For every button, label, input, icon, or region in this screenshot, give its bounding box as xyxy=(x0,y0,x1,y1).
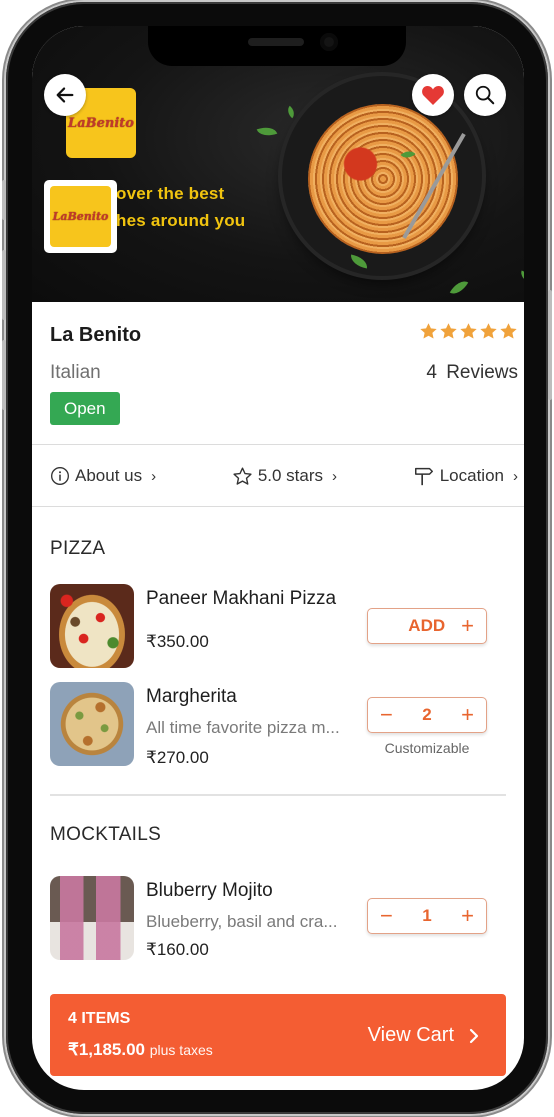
banner-leaf xyxy=(449,276,469,299)
phone-side-button xyxy=(2,180,6,220)
menu-item[interactable]: Margherita All time favorite pizza m... … xyxy=(50,682,506,768)
reviews-label: Reviews xyxy=(446,362,518,383)
item-name: Bluberry Mojito xyxy=(146,880,273,901)
rating-label: 5.0 stars xyxy=(257,466,324,485)
location-label: Location xyxy=(439,466,504,485)
divider xyxy=(32,444,524,445)
divider xyxy=(32,506,524,507)
item-image xyxy=(50,682,134,766)
reviews-number: 4 xyxy=(426,362,437,383)
item-price: ₹270.00 xyxy=(146,748,209,767)
about-us-label: About us xyxy=(75,466,143,485)
plus-icon: + xyxy=(461,613,474,638)
star-filled-icon xyxy=(460,323,477,339)
speaker-grille xyxy=(248,38,304,46)
item-image xyxy=(50,584,134,668)
logo-small-inner: LaBenito xyxy=(50,186,111,247)
heart-icon xyxy=(422,86,444,105)
restaurant-info: La Benito Italian Open 4 Reviews xyxy=(32,302,524,444)
phone-notch xyxy=(148,26,406,66)
view-cart-label: View Cart xyxy=(367,1024,454,1046)
restaurant-name: La Benito xyxy=(50,324,142,346)
banner-tagline-line2: hes around you xyxy=(116,211,246,230)
item-description: Blueberry, basil and cra... xyxy=(146,912,338,931)
reviews-count[interactable]: 4 Reviews xyxy=(426,362,518,384)
star-filled-icon xyxy=(420,323,437,339)
rating-link[interactable]: 5.0 stars › xyxy=(232,466,337,487)
signpost-icon xyxy=(414,467,433,486)
star-filled-icon xyxy=(440,323,457,339)
front-camera xyxy=(320,33,338,51)
item-description: All time favorite pizza m... xyxy=(146,718,340,737)
restaurant-banner: over the best hes around you LaBenito La… xyxy=(32,26,524,302)
logo-text: LaBenito xyxy=(68,115,134,131)
quantity-value: 1 xyxy=(422,906,432,925)
arrow-left-icon xyxy=(56,87,74,103)
item-price: ₹160.00 xyxy=(146,940,209,959)
cart-total-amount: ₹1,185.00 xyxy=(68,1040,145,1059)
banner-tagline: over the best hes around you xyxy=(116,180,245,234)
mojito-photo xyxy=(50,876,134,960)
about-us-link[interactable]: About us › xyxy=(50,466,156,486)
chevron-right-icon: › xyxy=(332,467,338,485)
plus-icon[interactable]: + xyxy=(461,905,474,927)
banner-tagline-line1: over the best xyxy=(116,184,225,203)
quantity-value: 2 xyxy=(422,705,432,724)
star-filled-icon xyxy=(480,323,497,339)
pizza-photo xyxy=(50,584,134,668)
banner-leaf xyxy=(256,123,278,140)
phone-volume-down xyxy=(2,340,6,410)
location-link[interactable]: Location › xyxy=(413,465,518,487)
item-price: ₹350.00 xyxy=(146,632,209,651)
cart-total: ₹1,185.00 plus taxes xyxy=(68,1040,213,1060)
back-button[interactable] xyxy=(44,74,86,116)
star-filled-icon xyxy=(500,323,517,339)
star-outline-icon xyxy=(233,466,252,485)
customizable-label: Customizable xyxy=(384,740,470,756)
item-name: Paneer Makhani Pizza xyxy=(146,588,337,609)
add-label: ADD xyxy=(408,616,446,635)
section-title-mocktails: MOCKTAILS xyxy=(50,824,162,845)
cart-items-count: 4 ITEMS xyxy=(68,1010,131,1027)
section-divider xyxy=(50,794,506,796)
view-cart-button[interactable]: View Cart xyxy=(368,1024,480,1047)
quick-links-bar: About us › 5.0 stars › Location › xyxy=(32,446,524,506)
phone-volume-up xyxy=(2,250,6,320)
add-button[interactable]: ADD + xyxy=(367,608,487,644)
chevron-right-icon: › xyxy=(151,467,157,485)
quantity-stepper[interactable]: − 2 + xyxy=(367,697,487,733)
menu-item[interactable]: Bluberry Mojito Blueberry, basil and cra… xyxy=(50,876,506,962)
favorite-button[interactable] xyxy=(412,74,454,116)
phone-power-button xyxy=(548,290,552,400)
minus-icon[interactable]: − xyxy=(380,704,393,726)
view-cart-bar[interactable]: 4 ITEMS ₹1,185.00 plus taxes View Cart xyxy=(50,994,506,1076)
quantity-stepper[interactable]: − 1 + xyxy=(367,898,487,934)
restaurant-logo-thumbnail: LaBenito xyxy=(44,180,117,253)
chevron-right-icon xyxy=(469,1028,479,1043)
banner-leaf xyxy=(284,105,298,119)
item-name: Margherita xyxy=(146,686,237,707)
logo-text: LaBenito xyxy=(52,210,109,223)
menu-item[interactable]: Paneer Makhani Pizza ₹350.00 ADD + xyxy=(50,584,506,670)
restaurant-cuisine: Italian xyxy=(50,362,101,383)
plus-icon[interactable]: + xyxy=(461,704,474,726)
minus-icon[interactable]: − xyxy=(380,905,393,927)
status-badge: Open xyxy=(50,392,120,425)
info-icon xyxy=(51,467,69,485)
item-image xyxy=(50,876,134,960)
search-button[interactable] xyxy=(464,74,506,116)
chevron-right-icon: › xyxy=(513,467,518,485)
cart-taxes-label: plus taxes xyxy=(149,1042,213,1058)
rating-stars xyxy=(419,322,518,341)
banner-leaf xyxy=(518,270,524,282)
pizza-photo xyxy=(50,682,134,766)
app-screen: over the best hes around you LaBenito La… xyxy=(32,26,524,1090)
search-icon xyxy=(475,85,495,105)
section-title-pizza: PIZZA xyxy=(50,538,106,559)
